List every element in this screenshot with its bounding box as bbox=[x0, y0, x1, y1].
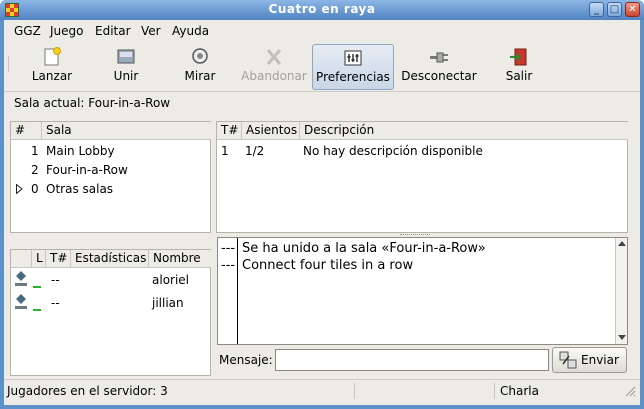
room-num: 2 bbox=[31, 163, 39, 177]
chat-prefix: --- bbox=[221, 241, 236, 256]
room-item[interactable]: Main Lobby bbox=[46, 142, 115, 160]
message-input[interactable] bbox=[275, 349, 549, 371]
players-count-status: Jugadores en el servidor: 3 bbox=[7, 384, 168, 398]
menu-juego[interactable]: Juego bbox=[50, 24, 84, 38]
players-col-lag[interactable]: L bbox=[31, 250, 45, 268]
send-icon bbox=[559, 351, 577, 369]
player-table: -- bbox=[51, 296, 60, 310]
chat-log[interactable]: --- --- Se ha unido a la sala «Four-in-a… bbox=[217, 237, 628, 345]
rooms-col-num[interactable]: # bbox=[11, 122, 41, 140]
room-num: 1 bbox=[31, 144, 39, 158]
room-item[interactable]: Otras salas bbox=[46, 180, 113, 198]
window-title: Cuatro en raya bbox=[268, 2, 376, 16]
players-list[interactable]: L T# Estadísticas Nombre -- aloriel -- j… bbox=[10, 249, 211, 376]
menubar: GGZ Juego Editar Ver Ayuda bbox=[4, 20, 640, 42]
exit-door-icon bbox=[510, 48, 527, 66]
resize-grip-icon[interactable] bbox=[624, 385, 636, 397]
rooms-list[interactable]: # Sala 1 Main Lobby 2 Four-in-a-Row 0 Ot… bbox=[10, 121, 211, 233]
players-col-stats[interactable]: Estadísticas bbox=[70, 250, 148, 268]
exit-button[interactable]: Salir bbox=[479, 44, 559, 90]
launch-label: Lanzar bbox=[31, 69, 73, 83]
menu-ver[interactable]: Ver bbox=[141, 24, 161, 38]
status-separator bbox=[494, 383, 495, 399]
leave-button[interactable]: Abandonar bbox=[234, 44, 314, 90]
table-seats: 1/2 bbox=[245, 144, 265, 158]
toolbar: Lanzar Unir Mirar Abandonar Preferencias… bbox=[4, 42, 640, 92]
player-icon bbox=[15, 271, 27, 286]
exit-label: Salir bbox=[505, 69, 533, 83]
scroll-down-icon[interactable] bbox=[618, 335, 626, 341]
mode-status: Charla bbox=[500, 384, 539, 398]
watch-button[interactable]: Mirar bbox=[160, 44, 240, 90]
preferences-label: Preferencias bbox=[316, 70, 390, 84]
toolbar-grip bbox=[8, 56, 9, 72]
menu-ayuda[interactable]: Ayuda bbox=[172, 24, 209, 38]
player-name[interactable]: jillian bbox=[152, 294, 184, 312]
door-icon bbox=[117, 49, 135, 64]
close-button[interactable]: ✕ bbox=[625, 2, 640, 17]
send-button[interactable]: Enviar bbox=[552, 347, 627, 373]
table-number: 1 bbox=[221, 144, 229, 158]
title-bar[interactable]: Cuatro en raya _ □ ✕ bbox=[0, 0, 644, 20]
lag-indicator-icon bbox=[33, 286, 41, 288]
menu-ggz[interactable]: GGZ bbox=[14, 24, 41, 38]
player-table: -- bbox=[51, 273, 60, 287]
current-room-label: Sala actual: Four-in-a-Row bbox=[14, 96, 171, 110]
tables-col-desc[interactable]: Descripción bbox=[299, 122, 628, 140]
disconnect-label: Desconectar bbox=[401, 69, 477, 83]
status-bar: Jugadores en el servidor: 3 Charla bbox=[4, 379, 640, 401]
rooms-col-name[interactable]: Sala bbox=[41, 122, 211, 140]
table-description[interactable]: No hay descripción disponible bbox=[303, 142, 483, 160]
chat-message: Se ha unido a la sala «Four-in-a-Row» bbox=[242, 241, 486, 256]
launch-button[interactable]: Lanzar bbox=[12, 44, 92, 90]
lag-indicator-icon bbox=[33, 309, 41, 311]
tables-col-t[interactable]: T# bbox=[217, 122, 241, 140]
room-item[interactable]: Four-in-a-Row bbox=[46, 161, 128, 179]
chat-message: Connect four tiles in a row bbox=[242, 258, 414, 273]
player-name[interactable]: aloriel bbox=[152, 271, 189, 289]
join-label: Unir bbox=[113, 69, 139, 83]
tables-col-seats[interactable]: Asientos bbox=[241, 122, 299, 140]
player-icon bbox=[15, 294, 27, 309]
players-col-name[interactable]: Nombre bbox=[148, 250, 211, 268]
send-label: Enviar bbox=[581, 353, 619, 367]
disconnect-button[interactable]: Desconectar bbox=[396, 44, 482, 90]
minimize-button[interactable]: _ bbox=[589, 2, 604, 17]
plug-icon bbox=[430, 52, 448, 63]
chat-scrollbar[interactable] bbox=[615, 238, 627, 344]
new-document-icon bbox=[44, 47, 61, 66]
tables-list[interactable]: T# Asientos Descripción 1 1/2 No hay des… bbox=[216, 121, 628, 233]
room-num: 0 bbox=[31, 182, 39, 196]
preferences-button[interactable]: Preferencias bbox=[312, 44, 394, 90]
players-col-icon[interactable] bbox=[11, 250, 31, 268]
status-separator bbox=[354, 383, 355, 399]
chat-prefix: --- bbox=[221, 258, 236, 273]
join-button[interactable]: Unir bbox=[86, 44, 166, 90]
scroll-up-icon[interactable] bbox=[618, 240, 626, 246]
binoculars-icon bbox=[192, 48, 208, 64]
watch-label: Mirar bbox=[184, 69, 216, 83]
maximize-button[interactable]: □ bbox=[607, 2, 622, 17]
players-col-t[interactable]: T# bbox=[45, 250, 70, 268]
preferences-icon bbox=[344, 50, 362, 66]
menu-editar[interactable]: Editar bbox=[95, 24, 131, 38]
x-icon bbox=[266, 49, 282, 65]
expander-arrow-icon[interactable] bbox=[16, 184, 23, 194]
message-label: Mensaje: bbox=[219, 353, 273, 367]
leave-label: Abandonar bbox=[241, 69, 307, 83]
